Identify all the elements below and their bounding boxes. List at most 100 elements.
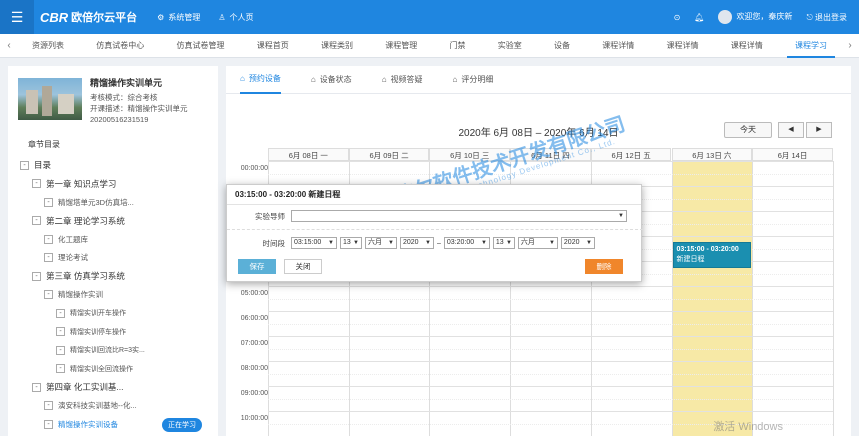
toc-item[interactable]: - 第四章 化工实训基...	[8, 378, 218, 397]
dialog-title: 03:15:00 - 03:20:00 新建日程	[227, 185, 641, 205]
instructor-row: 实验导师 ▼	[227, 209, 643, 223]
end-day-select[interactable]: 13 ▼	[492, 237, 515, 249]
collapse-icon[interactable]: -	[44, 197, 53, 207]
tab-item[interactable]: 仿真试卷中心	[88, 34, 152, 58]
tab-scroll-left-icon[interactable]: ‹	[0, 40, 18, 51]
logo-mark: CBR	[40, 9, 69, 25]
tab-item[interactable]: 课程详情	[659, 34, 707, 58]
tab-item[interactable]: 门禁	[442, 34, 474, 58]
home-icon: ⌂	[381, 75, 387, 84]
tab-item[interactable]: 实验室	[490, 34, 530, 58]
collapse-icon[interactable]: -	[32, 216, 41, 226]
start-month-select[interactable]: 六月 ▼	[365, 237, 397, 249]
collapse-icon[interactable]: -	[44, 419, 53, 429]
tab-item[interactable]: 设备	[546, 34, 578, 58]
collapse-icon[interactable]: -	[44, 253, 53, 263]
start-year-select[interactable]: 2020 ▼	[400, 237, 434, 249]
menu-toggle-icon[interactable]: ☰	[0, 0, 34, 34]
collapse-icon[interactable]: -	[56, 308, 65, 318]
nav-personal-page[interactable]: ♙ 个人页	[218, 12, 253, 23]
logout-icon: ⎋	[806, 12, 815, 22]
event-title: 新建日程	[676, 256, 705, 264]
nav-system-management[interactable]: ⚙ 系统管理	[157, 12, 200, 23]
user-welcome[interactable]: 欢迎您，秦庆新	[718, 10, 792, 24]
close-button[interactable]: 关闭	[284, 259, 322, 274]
toc-item[interactable]: - 演安科技实训基地--化...	[8, 397, 218, 416]
subtab-item[interactable]: ⌂ 预约设备	[240, 66, 281, 94]
instructor-select[interactable]: ▼	[291, 210, 627, 222]
toc-item[interactable]: - 第三章 仿真学习系统	[8, 267, 218, 286]
dialog-divider	[227, 229, 643, 230]
tab-item[interactable]: 课程详情	[723, 34, 771, 58]
subtab-item[interactable]: ⌂ 视频答疑	[382, 66, 423, 94]
top-right: ⊙ 🔔︎ 欢迎您，秦庆新 ⎋ 退出登录	[674, 10, 847, 24]
end-month-select[interactable]: 六月 ▼	[517, 237, 558, 249]
collapse-icon[interactable]: -	[32, 179, 41, 189]
delete-button[interactable]: 删除	[585, 259, 623, 274]
collapse-icon[interactable]: -	[44, 234, 53, 244]
toc-item[interactable]: - 目录	[8, 156, 218, 175]
calendar-event[interactable]: 03:15:00 - 03:20:00 新建日程	[672, 242, 752, 269]
subtab-label: 视频答疑	[390, 75, 423, 84]
grid-half-hour-line	[268, 323, 833, 325]
toc-item[interactable]: - 理论考试	[8, 249, 218, 268]
logout-button[interactable]: ⎋ 退出登录	[806, 12, 847, 23]
toc-item[interactable]: - 精馏实训开车操作	[8, 304, 218, 323]
gear-icon: ⚙	[157, 12, 165, 22]
end-time-select[interactable]: 03:20:00 ▼	[443, 237, 490, 249]
new-event-dialog: 03:15:00 - 03:20:00 新建日程 实验导师 ▼ 时间段 03:1…	[226, 184, 643, 282]
tab-item[interactable]: 课程类别	[313, 34, 361, 58]
tab-item[interactable]: 课程学习	[787, 34, 835, 58]
collapse-icon[interactable]: -	[44, 401, 53, 411]
course-thumbnail	[18, 78, 82, 120]
app-logo[interactable]: CBR 欧倍尔云平台	[40, 9, 137, 25]
toc-item[interactable]: - 精馏操作实训设备 正在学习	[8, 415, 218, 434]
toc-item[interactable]: - 精馏实训回流比R=3实...	[8, 341, 218, 360]
toc-item[interactable]: - 第一章 知识点学习	[8, 175, 218, 194]
toc-item[interactable]: - 精馏实训停车操作	[8, 323, 218, 342]
logo-text: 欧倍尔云平台	[71, 12, 138, 24]
tab-scroll-right-icon[interactable]: ›	[841, 40, 859, 51]
instructor-label: 实验导师	[255, 211, 285, 221]
collapse-icon[interactable]: -	[56, 327, 65, 337]
tab-item[interactable]: 资源列表	[24, 34, 72, 58]
toc-item-label: 理论考试	[58, 253, 88, 263]
tab-item[interactable]: 仿真试卷管理	[169, 34, 233, 58]
toc-item[interactable]: - 精馏塔单元3D仿真培...	[8, 193, 218, 212]
toc-tree: - 目录 - 第一章 知识点学习 - 精馏塔单元3D仿真培... - 第二章 理论学习系统 - 化…	[8, 156, 218, 434]
next-week-button[interactable]: ▶	[806, 122, 832, 138]
start-time-select[interactable]: 03:15:00 ▼	[291, 237, 337, 249]
toc-item[interactable]: - 第二章 理论学习系统	[8, 212, 218, 231]
prev-week-button[interactable]: ◀	[778, 122, 804, 138]
collapse-icon[interactable]: -	[32, 382, 41, 392]
top-nav: ⚙ 系统管理 ♙ 个人页	[157, 12, 253, 23]
bell-icon[interactable]: 🔔︎	[694, 13, 704, 22]
collapse-icon[interactable]: -	[44, 290, 53, 300]
tab-item[interactable]: 课程详情	[594, 34, 642, 58]
subtab-item[interactable]: ⌂ 评分明细	[453, 66, 494, 94]
course-mode: 考核模式：综合考核	[90, 93, 158, 102]
collapse-icon[interactable]: -	[56, 345, 65, 355]
today-button[interactable]: 今天	[724, 122, 772, 138]
save-button[interactable]: 保存	[238, 259, 276, 274]
collapse-icon[interactable]: -	[32, 271, 41, 281]
tab-item[interactable]: 课程首页	[249, 34, 297, 58]
collapse-icon[interactable]: -	[56, 364, 65, 374]
toc-item-label: 精馏塔单元3D仿真培...	[58, 197, 134, 207]
collapse-icon[interactable]: -	[20, 160, 29, 170]
sub-tabs: ⌂ 预约设备 ⌂ 设备状态 ⌂ 视频答疑 ⌂ 评分明细	[226, 66, 851, 94]
grid-hour-line	[268, 286, 833, 287]
toc-item[interactable]: - 精馏操作实训	[8, 286, 218, 305]
help-icon[interactable]: ⊙	[674, 13, 681, 22]
course-title: 精馏操作实训单元	[90, 78, 163, 88]
end-year-select[interactable]: 2020 ▼	[560, 237, 595, 249]
subtab-label: 评分明细	[461, 75, 494, 84]
welcome-text: 欢迎您，秦庆新	[736, 12, 793, 22]
start-day-select[interactable]: 13 ▼	[340, 237, 362, 249]
grid-hour-line	[268, 311, 833, 312]
tab-item[interactable]: 课程管理	[377, 34, 425, 58]
toc-item[interactable]: - 化工题库	[8, 230, 218, 249]
toc-item[interactable]: - 精馏实训全回流操作	[8, 360, 218, 379]
studying-badge: 正在学习	[162, 418, 202, 432]
subtab-item[interactable]: ⌂ 设备状态	[311, 66, 352, 94]
